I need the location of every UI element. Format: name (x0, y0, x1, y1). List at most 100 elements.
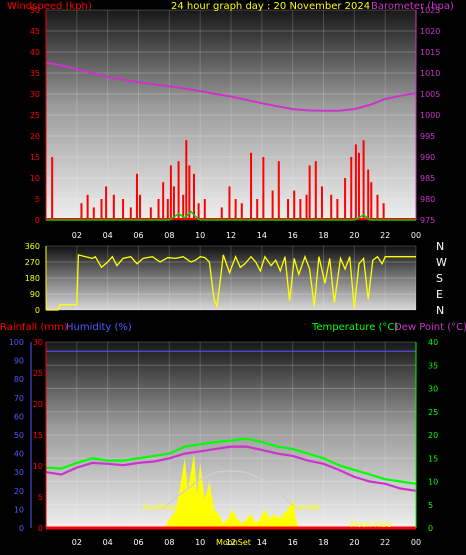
windspeed-axis-label: Windspeed (kph) (7, 1, 92, 12)
compass-label: W (436, 256, 447, 269)
windspeed-bar (382, 203, 385, 220)
sunrise-label: SunRise (143, 503, 175, 512)
wind-tick-label: 15 (30, 153, 40, 162)
windspeed-bar (277, 161, 280, 220)
windspeed-bar (320, 186, 323, 220)
humidity-tick-label: 70 (14, 394, 24, 403)
wind-x-tick-label: 22 (380, 231, 390, 240)
humidity-tick-label: 30 (14, 468, 24, 477)
wind-tick-label: 45 (30, 27, 40, 36)
windspeed-bar (172, 186, 175, 220)
rain-tick-label: 10 (33, 462, 43, 471)
direction-tick-label: 180 (25, 274, 40, 283)
temp-x-tick-label: 22 (380, 538, 390, 547)
wind-direction-chart: 090180270360 NWSEN (25, 240, 447, 317)
barometer-tick-label: 975 (420, 216, 435, 225)
windspeed-bar (314, 161, 317, 220)
windspeed-bar (157, 199, 160, 220)
barometer-tick-label: 990 (420, 153, 435, 162)
barometer-tick-label: 1000 (420, 111, 440, 120)
windspeed-bar (336, 199, 339, 220)
windspeed-bar (293, 190, 296, 220)
wind-x-tick-label: 06 (133, 231, 143, 240)
rain-tick-label: 25 (33, 369, 43, 378)
temperature-tick-label: 30 (428, 385, 438, 394)
windspeed-bar (112, 194, 115, 220)
wind-tick-label: 30 (30, 90, 40, 99)
windspeed-bar (299, 199, 302, 220)
temperature-tick-label: 20 (428, 431, 438, 440)
weather-graphs: 05101520253035404550 9759809859909951000… (0, 1, 466, 547)
windspeed-bar (122, 199, 125, 220)
humidity-tick-label: 90 (14, 357, 24, 366)
temp-x-tick-label: 16 (288, 538, 298, 547)
humidity-tick-label: 40 (14, 450, 24, 459)
wind-tick-label: 20 (30, 132, 40, 141)
wind-x-tick-label: 12 (226, 231, 236, 240)
moonset-label: MoonSet (216, 538, 251, 547)
wind-x-tick-label: 08 (164, 231, 174, 240)
barometer-tick-label: 1015 (420, 48, 440, 57)
windspeed-bar (185, 140, 188, 220)
temp-x-tick-label: 02 (72, 538, 82, 547)
windspeed-bar (350, 157, 353, 220)
rain-tick-label: 0 (38, 524, 43, 533)
direction-tick-label: 90 (30, 290, 40, 299)
rain-tick-label: 5 (38, 493, 43, 502)
direction-tick-label: 360 (25, 242, 40, 251)
wind-x-tick-label: 14 (257, 231, 267, 240)
temp-x-tick-label: 00 (411, 538, 421, 547)
windspeed-bar (362, 140, 365, 220)
direction-tick-label: 0 (35, 306, 40, 315)
windspeed-bar (80, 203, 83, 220)
temp-x-tick-label: 20 (349, 538, 359, 547)
temperature-tick-label: 35 (428, 361, 438, 370)
windspeed-bar (234, 199, 237, 220)
windspeed-bar (162, 182, 165, 220)
windspeed-bar (86, 194, 89, 220)
wind-x-ticks: 02 04 06 08 10 12 14 16 18 20 22 00 (72, 231, 421, 240)
windspeed-bar (240, 203, 243, 220)
windspeed-bar (177, 161, 180, 220)
windspeed-bar (51, 157, 54, 220)
wind-barometer-chart: 05101520253035404550 9759809859909951000… (7, 1, 454, 240)
barometer-axis-label: Barometer (hpa) (371, 1, 454, 12)
barometer-tick-label: 985 (420, 174, 435, 183)
windspeed-bar (376, 194, 379, 220)
barometer-tick-label: 1010 (420, 69, 440, 78)
wind-x-tick-label: 20 (349, 231, 359, 240)
humidity-tick-label: 20 (14, 487, 24, 496)
wind-tick-label: 10 (30, 174, 40, 183)
direction-y-ticks: 0 90 180 270 360 (25, 242, 40, 315)
direction-tick-label: 270 (25, 258, 40, 267)
temperature-tick-label: 40 (428, 338, 438, 347)
rain-tick-label: 30 (33, 338, 43, 347)
windspeed-bar (271, 190, 274, 220)
temp-x-tick-label: 06 (133, 538, 143, 547)
rain-y-ticks: 0 5 10 15 20 25 30 (33, 338, 43, 533)
wind-x-tick-label: 02 (72, 231, 82, 240)
windspeed-bar (203, 199, 206, 220)
temperature-legend: Temperature (°C) (311, 322, 398, 333)
wind-tick-label: 0 (35, 216, 40, 225)
windspeed-bar (330, 194, 333, 220)
humidity-tick-label: 0 (19, 524, 24, 533)
temp-humidity-chart: 0 10 20 30 40 50 60 70 80 90 100 0 5 10 15 20 25 30 0 5 10… (0, 322, 466, 547)
windspeed-bar (367, 169, 370, 220)
compass-label: S (436, 272, 443, 285)
humidity-tick-label: 50 (14, 431, 24, 440)
windspeed-bar (197, 203, 200, 220)
windspeed-bar (344, 178, 347, 220)
temp-x-tick-label: 04 (103, 538, 113, 547)
windspeed-bar (228, 186, 231, 220)
windspeed-bar (354, 144, 357, 220)
moonrise-label: Moon Rise (350, 520, 391, 529)
wind-tick-label: 25 (30, 111, 40, 120)
humidity-tick-label: 60 (14, 412, 24, 421)
barometer-y-ticks: 975980985990995100010051010101510201025 (420, 6, 440, 225)
temperature-tick-label: 0 (428, 524, 433, 533)
temp-x-tick-label: 10 (195, 538, 205, 547)
wind-tick-label: 40 (30, 48, 40, 57)
wind-x-tick-label: 16 (288, 231, 298, 240)
wind-tick-label: 5 (35, 195, 40, 204)
